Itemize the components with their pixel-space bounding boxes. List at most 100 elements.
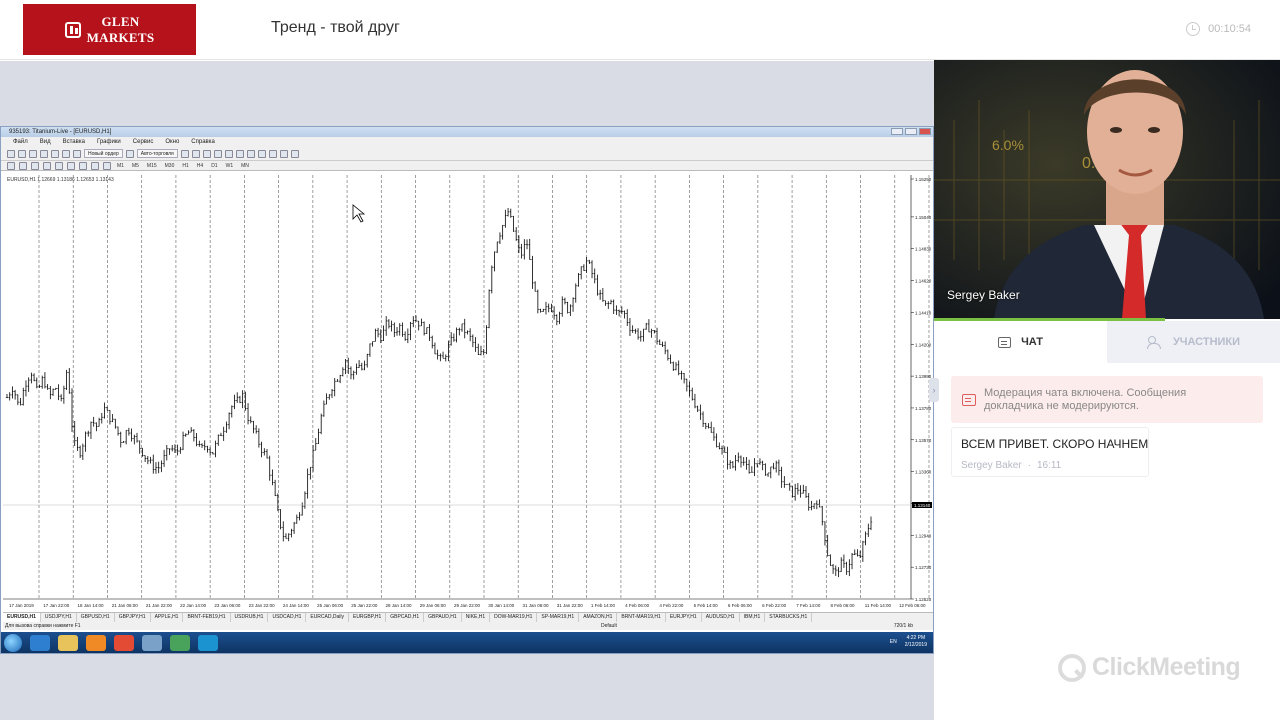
cursor-icon[interactable] (7, 161, 15, 170)
templates-icon[interactable] (290, 149, 299, 158)
tf-m5[interactable]: M5 (130, 163, 141, 169)
auto-trading-button[interactable]: Авто-торговля (136, 149, 178, 158)
ohlc-bar (384, 316, 388, 336)
ohlc-bar (211, 451, 215, 455)
symbol-tab[interactable]: USDRUB,H1 (231, 613, 269, 622)
ohlc-bar (271, 469, 274, 486)
symbol-tab[interactable]: GBPCAD,H1 (386, 613, 425, 622)
market-watch-icon[interactable] (29, 149, 37, 158)
y-tick-label: 1.12520 (915, 597, 932, 602)
x-tick-label: 6 Feb 06:00 (728, 603, 753, 608)
tray-clock[interactable]: 4:22 PM 2/12/2019 (905, 635, 927, 649)
tf-h4[interactable]: H4 (195, 163, 205, 169)
tf-m1[interactable]: M1 (115, 163, 126, 169)
tf-m30[interactable]: M30 (163, 163, 177, 169)
menu-file[interactable]: Файл (13, 137, 28, 147)
symbol-tab[interactable]: USDCAD,H1 (268, 613, 307, 622)
menu-insert[interactable]: Вставка (63, 137, 85, 147)
ohlc-bar (650, 328, 653, 338)
profiles-icon[interactable] (18, 149, 26, 158)
ohlc-bar (301, 502, 304, 516)
ohlc-bar (745, 456, 748, 470)
zoom-in-icon[interactable] (213, 149, 222, 158)
ohlc-bar (680, 370, 683, 380)
terminal-icon[interactable] (62, 149, 70, 158)
candles-icon[interactable] (191, 149, 200, 158)
symbol-tab[interactable]: GBPAUD,H1 (424, 613, 462, 622)
menu-window[interactable]: Окно (165, 137, 179, 147)
tester-icon[interactable] (73, 149, 81, 158)
ohlc-bar (750, 466, 754, 473)
chart-shift-icon[interactable] (257, 149, 266, 158)
trendline-icon[interactable] (55, 161, 63, 170)
symbol-tab[interactable]: GBPJPY,H1 (115, 613, 151, 622)
menu-view[interactable]: Вид (40, 137, 51, 147)
app-icon[interactable] (142, 634, 162, 651)
menu-charts[interactable]: Графики (97, 137, 121, 147)
crosshair-icon[interactable] (19, 161, 27, 170)
tf-h1[interactable]: H1 (180, 163, 190, 169)
symbol-tab[interactable]: AUDUSD,H1 (702, 613, 740, 622)
new-chart-icon[interactable] (7, 149, 15, 158)
indicators-icon[interactable] (268, 149, 277, 158)
label-icon[interactable] (103, 161, 111, 170)
symbol-tab[interactable]: GBPUSD,H1 (77, 613, 115, 622)
symbol-tab[interactable]: EURUSD,H1 (3, 613, 41, 622)
ohlc-bar (376, 327, 380, 338)
collapse-panel-handle[interactable]: › (929, 378, 939, 402)
metaeditor-icon[interactable] (125, 149, 134, 158)
horizontal-line-icon[interactable] (43, 161, 51, 170)
vertical-line-icon[interactable] (31, 161, 39, 170)
tf-mn[interactable]: MN (239, 163, 251, 169)
metatrader-taskbar-icon[interactable] (198, 634, 218, 651)
minimize-icon[interactable] (891, 128, 903, 135)
periods-icon[interactable] (279, 149, 288, 158)
chrome-icon[interactable] (114, 634, 134, 651)
channel-icon[interactable] (67, 161, 75, 170)
close-icon[interactable] (919, 128, 931, 135)
symbol-tab[interactable]: IBM,H1 (740, 613, 766, 622)
navigator-icon[interactable] (51, 149, 59, 158)
symbol-tab[interactable]: STARBUCKS,H1 (765, 613, 813, 622)
ohlc-bar (412, 316, 415, 328)
symbol-tab[interactable]: APPLE,H1 (151, 613, 184, 622)
symbol-tab[interactable]: AMAZON,H1 (579, 613, 618, 622)
symbol-tab[interactable]: SP-MAR19,H1 (537, 613, 580, 622)
symbol-tab[interactable]: BRNT-FEB19,H1 (183, 613, 231, 622)
refresh-app-icon[interactable] (170, 634, 190, 651)
explorer-icon[interactable] (58, 634, 78, 651)
symbol-tab[interactable]: DOW-MAR19,H1 (490, 613, 538, 622)
symbol-tab[interactable]: EURJPY,H1 (666, 613, 702, 622)
autoscroll-icon[interactable] (246, 149, 255, 158)
tab-chat[interactable]: ЧАТ (934, 321, 1107, 363)
ohlc-bar (92, 416, 95, 427)
symbol-tab[interactable]: EURCAD,Daily (306, 613, 349, 622)
symbol-tab[interactable]: USDJPY,H1 (41, 613, 77, 622)
ohlc-bar (441, 351, 445, 359)
tf-m15[interactable]: M15 (145, 163, 159, 169)
menu-help[interactable]: Справка (191, 137, 215, 147)
price-chart[interactable]: EURUSD,H1 1.12669 1.13186 1.12653 1.1314… (3, 175, 933, 612)
line-chart-icon[interactable] (202, 149, 211, 158)
maximize-icon[interactable] (905, 128, 917, 135)
zoom-out-icon[interactable] (224, 149, 233, 158)
fibonacci-icon[interactable] (79, 161, 87, 170)
new-order-button[interactable]: Новый ордер (84, 149, 123, 158)
start-button-icon[interactable] (4, 633, 22, 652)
ie-icon[interactable] (30, 634, 50, 651)
tile-icon[interactable] (235, 149, 244, 158)
media-player-icon[interactable] (86, 634, 106, 651)
bar-chart-icon[interactable] (180, 149, 189, 158)
x-tick-label: 8 Feb 06:00 (831, 603, 856, 608)
text-icon[interactable] (91, 161, 99, 170)
symbol-tab[interactable]: NIKE,H1 (462, 613, 491, 622)
tf-d1[interactable]: D1 (209, 163, 219, 169)
tab-participants[interactable]: УЧАСТНИКИ (1107, 321, 1280, 363)
data-window-icon[interactable] (40, 149, 48, 158)
glen-markets-logo: GLEN MARKETS (23, 4, 196, 55)
tf-w1[interactable]: W1 (224, 163, 236, 169)
menu-tools[interactable]: Сервис (133, 137, 154, 147)
symbol-tab[interactable]: BRNT-MAR19,H1 (617, 613, 666, 622)
symbol-tab[interactable]: EURGBP,H1 (349, 613, 387, 622)
language-indicator[interactable]: EN (890, 639, 897, 645)
